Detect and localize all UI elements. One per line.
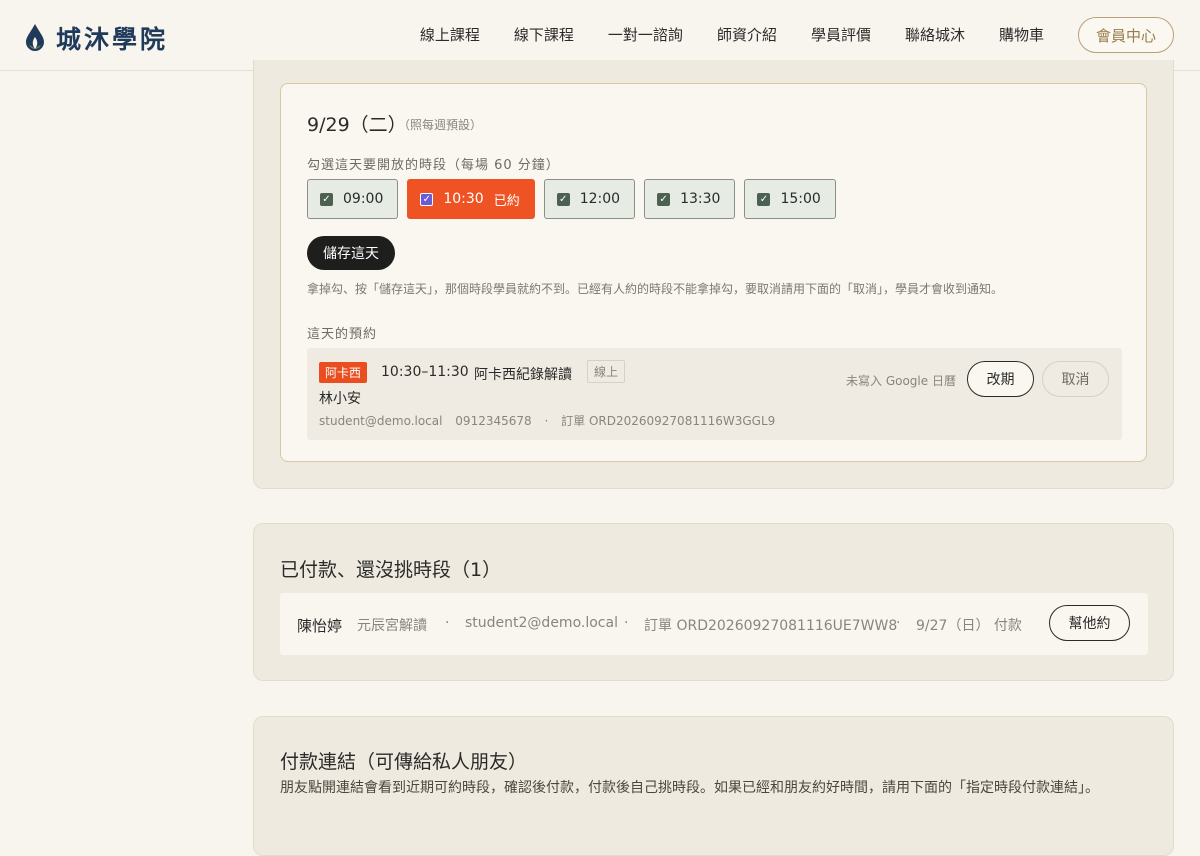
- slot-time: 15:00: [780, 191, 821, 207]
- slot-list: ✓ 09:00 ✓ 10:30 已約 ✓ 12:00 ✓ 13:30 ✓ 15:…: [307, 179, 845, 219]
- booking-email: student@demo.local: [319, 414, 443, 428]
- unpaid-order: 訂單 ORD20260927081116UE7WW8: [644, 618, 898, 634]
- slots-label: 勾選這天要開放的時段（每場 60 分鐘）: [307, 158, 560, 173]
- checkbox-checked-icon: ✓: [420, 192, 434, 206]
- checkbox-checked-icon: ✓: [657, 192, 671, 206]
- teacher-tag: 阿卡西: [319, 362, 368, 383]
- slot-checkbox[interactable]: ✓ 12:00: [543, 179, 636, 219]
- checkbox-checked-icon: ✓: [556, 192, 570, 206]
- unpaid-name: 陳怡婷: [297, 617, 343, 635]
- slot-time: 09:00: [343, 191, 384, 207]
- day-note: （照每週預設）: [398, 118, 483, 132]
- nav-contact[interactable]: 聯絡城沐: [905, 24, 965, 45]
- paylink-description: 朋友點開連結會看到近期可約時段，確認後付款，付款後自己挑時段。如果已經和朋友約好…: [280, 780, 1099, 796]
- slot-checkbox[interactable]: ✓ 09:00: [307, 179, 399, 219]
- slot-time: 10:30: [443, 191, 484, 207]
- unpaid-row: 陳怡婷 元辰宮解讀 · student2@demo.local · 訂單 ORD…: [280, 593, 1148, 655]
- slot-time: 13:30: [680, 191, 721, 207]
- booking-order: 訂單 ORD20260927081116W3GGL9: [561, 414, 776, 428]
- logo-icon: [26, 24, 44, 51]
- gcal-status: 未寫入 Google 日曆: [846, 374, 956, 388]
- booking-row: 阿卡西 10:30–11:30 阿卡西紀錄解讀 線上 林小安 student@d…: [307, 348, 1122, 440]
- book-for-student-button[interactable]: 幫他約: [1049, 605, 1130, 641]
- slot-checkbox-booked[interactable]: ✓ 10:30 已約: [407, 179, 535, 219]
- save-day-button[interactable]: 儲存這天: [307, 236, 395, 270]
- separator: ·: [896, 615, 901, 631]
- unpaid-paid-date: 9/27（日） 付款: [916, 618, 1022, 634]
- cancel-button[interactable]: 取消: [1042, 361, 1109, 397]
- nav-consultation[interactable]: 一對一諮詢: [608, 24, 683, 45]
- save-hint: 拿掉勾、按「儲存這天」，那個時段學員就約不到。已經有人約的時段不能拿掉勾，要取消…: [307, 282, 1004, 296]
- nav-cart[interactable]: 購物車: [999, 24, 1044, 45]
- checkbox-checked-icon: ✓: [320, 192, 333, 206]
- reschedule-button[interactable]: 改期: [967, 361, 1034, 397]
- separator: ·: [624, 615, 629, 631]
- booking-student: 林小安: [319, 391, 361, 407]
- brand-name: 城沐學院: [56, 25, 169, 54]
- nav-reviews[interactable]: 學員評價: [811, 24, 871, 45]
- unpaid-course: 元辰宮解讀: [357, 618, 427, 634]
- nav-offline-courses[interactable]: 線下課程: [514, 24, 574, 45]
- brand[interactable]: 城沐學院: [24, 20, 168, 56]
- booking-course: 阿卡西紀錄解讀: [474, 367, 572, 383]
- booking-phone: 0912345678: [455, 414, 532, 428]
- bookings-label: 這天的預約: [307, 327, 378, 342]
- nav-online-courses[interactable]: 線上課程: [420, 24, 480, 45]
- slot-checkbox[interactable]: ✓ 15:00: [744, 179, 836, 219]
- day-title: 9/29（二）: [307, 114, 407, 136]
- member-center-button[interactable]: 會員中心: [1078, 17, 1174, 53]
- booking-time: 10:30–11:30: [381, 364, 469, 380]
- unpaid-title: 已付款、還沒挑時段（1）: [280, 559, 502, 581]
- unpaid-email: student2@demo.local: [465, 615, 618, 631]
- checkbox-checked-icon: ✓: [757, 192, 771, 206]
- booking-meta: student@demo.local 0912345678 · 訂單 ORD20…: [319, 412, 784, 429]
- nav-teachers[interactable]: 師資介紹: [717, 24, 777, 45]
- paylink-title: 付款連結（可傳給私人朋友）: [280, 751, 528, 773]
- separator: ·: [445, 615, 450, 631]
- booking-mode-badge: 線上: [587, 360, 626, 383]
- slot-checkbox[interactable]: ✓ 13:30: [644, 179, 736, 219]
- slot-booked-tag: 已約: [493, 193, 520, 209]
- slot-time: 12:00: [579, 191, 621, 207]
- day-card: 9/29（二） （照每週預設） 勾選這天要開放的時段（每場 60 分鐘） ✓ 0…: [280, 83, 1147, 462]
- main-nav: 線上課程 線下課程 一對一諮詢 師資介紹 學員評價 聯絡城沐 購物車: [386, 24, 1044, 45]
- separator: ·: [544, 414, 549, 428]
